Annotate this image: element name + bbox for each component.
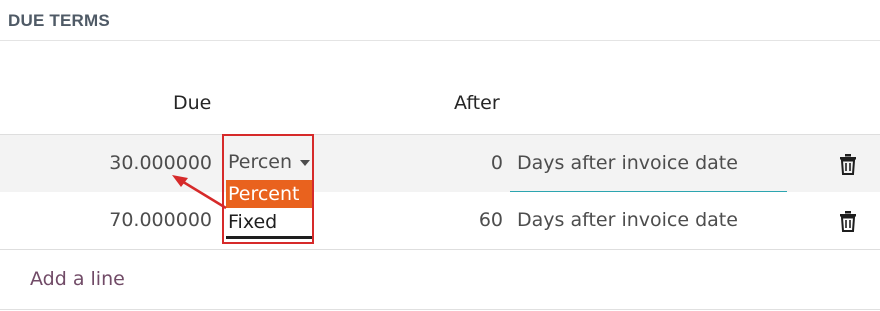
- trash-icon[interactable]: [838, 210, 858, 232]
- due-value[interactable]: 30.000000: [109, 152, 212, 174]
- due-value[interactable]: 70.000000: [109, 209, 212, 231]
- table-row[interactable]: 70.000000 60 Days after invoice date: [0, 192, 880, 250]
- column-header-due: Due: [173, 92, 212, 114]
- after-days[interactable]: 0: [491, 152, 503, 174]
- after-days[interactable]: 60: [479, 209, 503, 231]
- section-title: DUE TERMS: [8, 11, 110, 30]
- delay-type-field[interactable]: Days after invoice date: [517, 152, 738, 174]
- add-line-link[interactable]: Add a line: [30, 268, 125, 290]
- trash-icon[interactable]: [838, 153, 858, 175]
- annotation-highlight-box: [222, 134, 314, 244]
- bottom-divider: [0, 309, 880, 310]
- table-row[interactable]: 30.000000 0 Days after invoice date: [0, 134, 880, 193]
- delay-type-field[interactable]: Days after invoice date: [517, 209, 738, 231]
- column-header-after: After: [454, 92, 500, 114]
- section-divider: [0, 40, 880, 41]
